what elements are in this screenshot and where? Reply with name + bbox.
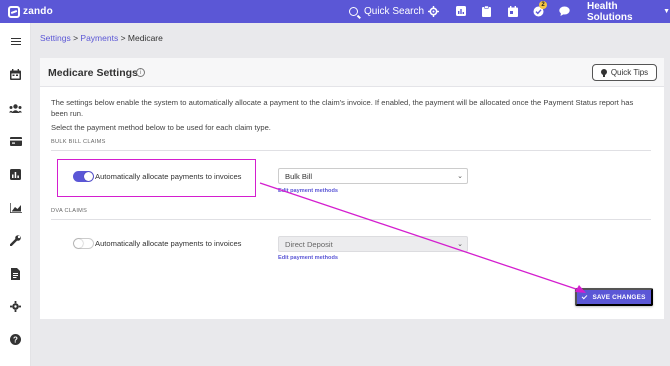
dva-payment-method-select[interactable]: Direct Deposit ⌄: [278, 236, 468, 252]
section-label-bulk-bill: BULK BILL CLAIMS: [51, 139, 106, 145]
section-divider: [51, 150, 651, 151]
dva-edit-payment-methods-link[interactable]: Edit payment methods: [278, 255, 338, 261]
documents-icon[interactable]: [9, 267, 22, 280]
breadcrumb-settings-link[interactable]: Settings: [40, 33, 71, 43]
organization-menu[interactable]: Health Solutions ▼: [587, 0, 670, 23]
info-icon[interactable]: i: [136, 68, 145, 77]
svg-text:?: ?: [13, 335, 18, 344]
section-divider: [51, 219, 651, 220]
card-header: Medicare Settings i Quick Tips: [40, 58, 664, 87]
sidebar: ?: [0, 23, 31, 366]
breadcrumb-current: Medicare: [127, 33, 163, 43]
lightbulb-icon: [600, 68, 607, 77]
settings-instruction: Select the payment method below to be us…: [51, 123, 271, 132]
reports-icon[interactable]: [455, 5, 466, 17]
annotation-highlight-box: [57, 159, 256, 197]
save-changes-label: SAVE CHANGES: [592, 293, 646, 301]
chevron-down-icon: ▼: [663, 8, 670, 15]
billing-icon[interactable]: [9, 135, 22, 148]
clipboard-icon[interactable]: [481, 5, 492, 17]
page-title: Medicare Settings: [48, 67, 138, 79]
reports-icon[interactable]: [9, 168, 22, 181]
logo-text: zando: [23, 6, 53, 17]
quick-tips-label: Quick Tips: [610, 68, 649, 77]
settings-icon[interactable]: [428, 5, 439, 17]
chat-icon[interactable]: [559, 5, 570, 17]
chevron-down-icon: ⌄: [457, 173, 463, 180]
check-icon: [582, 293, 588, 299]
settings-description: The settings below enable the system to …: [51, 98, 634, 118]
dva-toggle-label: Automatically allocate payments to invoi…: [95, 239, 242, 248]
bulk-bill-payment-method-select[interactable]: Bulk Bill ⌄: [278, 168, 468, 184]
search-icon: [349, 7, 358, 16]
help-icon[interactable]: ?: [9, 333, 22, 346]
calendar-icon[interactable]: [9, 68, 22, 81]
logo[interactable]: zando: [8, 5, 53, 18]
notification-badge: 2: [539, 1, 547, 9]
chevron-down-icon: ⌄: [457, 241, 463, 248]
quick-tips-button[interactable]: Quick Tips: [592, 64, 657, 81]
dva-selected-method: Direct Deposit: [285, 239, 333, 249]
zando-logo-icon: [8, 5, 20, 18]
breadcrumb-payments-link[interactable]: Payments: [80, 33, 118, 43]
calendar-icon[interactable]: [507, 5, 518, 17]
top-nav-bar: zando Quick Search 2 Health Solutions ▼: [0, 0, 670, 23]
breadcrumb-separator: >: [70, 33, 81, 43]
bulk-bill-edit-payment-methods-link[interactable]: Edit payment methods: [278, 188, 338, 194]
breadcrumb-separator: >: [118, 33, 128, 43]
organization-name: Health Solutions: [587, 0, 633, 23]
dva-auto-allocate-toggle[interactable]: [73, 238, 94, 249]
medicare-settings-card: Medicare Settings i Quick Tips The setti…: [40, 58, 664, 319]
quick-search-button[interactable]: Quick Search: [349, 0, 424, 23]
tools-icon[interactable]: [9, 234, 22, 247]
bulk-bill-selected-method: Bulk Bill: [285, 171, 313, 181]
breadcrumb: Settings > Payments > Medicare: [40, 33, 163, 43]
quick-search-label: Quick Search: [364, 6, 425, 17]
menu-icon[interactable]: [9, 35, 22, 48]
analytics-icon[interactable]: [9, 201, 22, 214]
toggle-knob: [74, 239, 83, 248]
save-changes-button[interactable]: SAVE CHANGES: [575, 288, 653, 306]
patients-icon[interactable]: [9, 102, 22, 115]
section-label-dva: DVA CLAIMS: [51, 208, 88, 214]
settings-icon[interactable]: [9, 300, 22, 313]
